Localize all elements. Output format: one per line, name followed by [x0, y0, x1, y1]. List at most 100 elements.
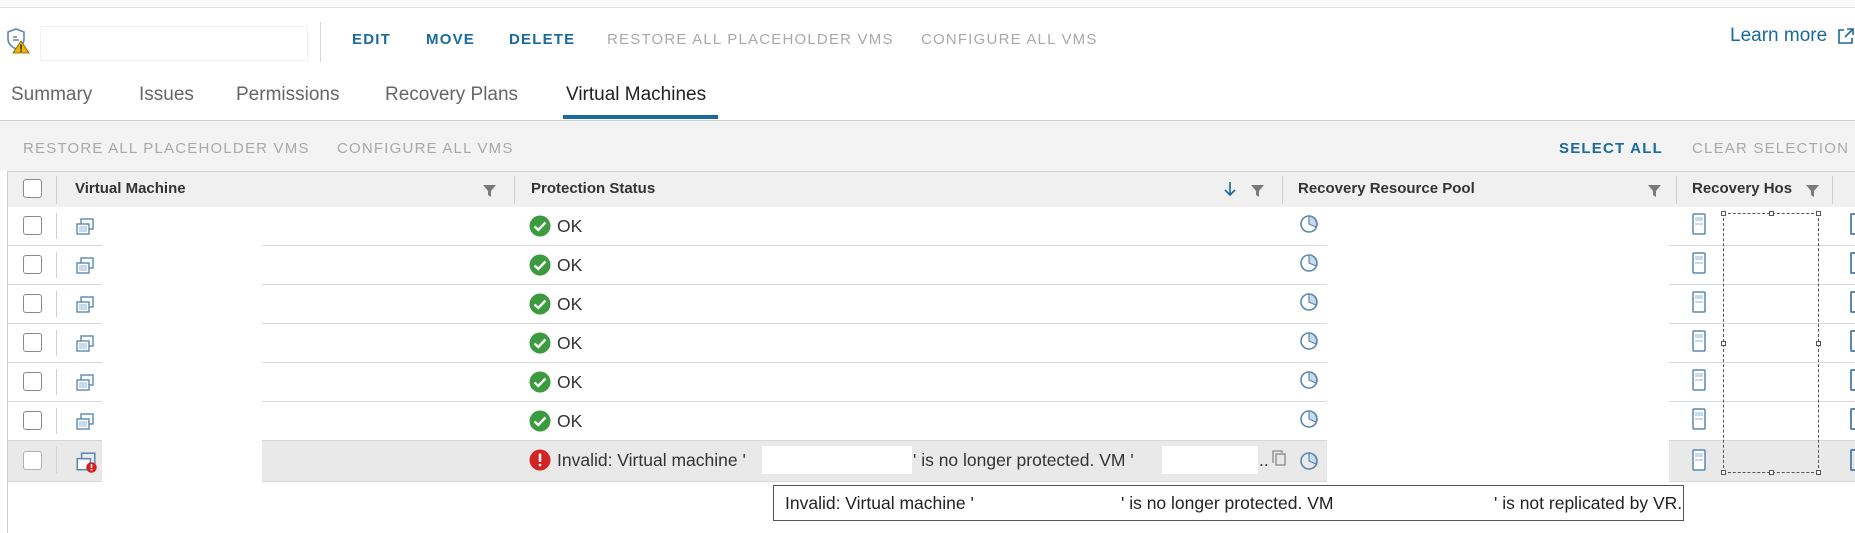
filter-icon[interactable]	[1806, 185, 1819, 197]
vm-datagrid: Virtual Machine Protection Status Recove…	[7, 171, 1855, 533]
tab-bar: Summary Issues Permissions Recovery Plan…	[0, 72, 1855, 121]
select-all-checkbox[interactable]	[23, 179, 42, 198]
row-checkbox[interactable]	[23, 255, 42, 274]
resource-pool-icon	[1300, 371, 1318, 389]
resize-handle[interactable]	[1769, 470, 1774, 475]
error-circle-icon	[529, 449, 551, 471]
filter-icon[interactable]	[1648, 185, 1661, 197]
checkbox-separator	[56, 447, 57, 473]
host-server-icon	[1692, 330, 1706, 352]
resize-handle[interactable]	[1816, 211, 1821, 216]
row-checkbox[interactable]	[23, 372, 42, 391]
tab-recovery-plans[interactable]: Recovery Plans	[385, 84, 518, 106]
checkbox-separator	[56, 369, 57, 395]
protection-status-text: OK	[557, 255, 583, 275]
selection-rectangle[interactable]	[1721, 211, 1821, 475]
column-separator[interactable]	[514, 176, 515, 204]
row-checkbox[interactable]	[23, 216, 42, 235]
select-all-button[interactable]: SELECT ALL	[1559, 140, 1663, 157]
protection-status-text: OK	[557, 411, 583, 431]
host-server-icon	[1692, 408, 1706, 430]
header-toolbar: EDIT MOVE DELETE RESTORE ALL PLACEHOLDER…	[0, 8, 1855, 72]
row-checkbox[interactable]	[23, 451, 42, 470]
learn-more-link[interactable]: Learn more	[1730, 25, 1827, 47]
column-header-protection-status[interactable]: Protection Status	[531, 180, 655, 197]
resource-pool-icon	[1300, 293, 1318, 311]
row-checkbox[interactable]	[23, 333, 42, 352]
protection-status-prefix: Invalid: Virtual machine '	[557, 450, 746, 470]
checkbox-separator	[56, 330, 57, 356]
window-top-border	[0, 0, 1855, 8]
filter-icon[interactable]	[483, 185, 496, 197]
check-circle-icon	[529, 215, 551, 237]
checkbox-separator	[56, 291, 57, 317]
vm-stack-icon	[76, 296, 94, 313]
checkbox-separator	[56, 408, 57, 434]
tab-permissions[interactable]: Permissions	[236, 84, 339, 106]
tooltip-text-part3: ' is not replicated by VR.	[1494, 493, 1683, 513]
resource-pool-icon	[1300, 452, 1318, 470]
tab-issues[interactable]: Issues	[139, 84, 194, 106]
host-server-icon	[1692, 291, 1706, 313]
resize-handle[interactable]	[1769, 211, 1774, 216]
vm-stack-icon	[76, 218, 94, 235]
host-server-icon	[1692, 213, 1706, 235]
status-tooltip: Invalid: Virtual machine ' ' is no longe…	[773, 485, 1684, 521]
move-button[interactable]: MOVE	[426, 31, 475, 48]
protection-status-middle: ' is no longer protected. VM '	[913, 450, 1134, 470]
vm-stack-icon	[76, 335, 94, 352]
check-circle-icon	[529, 332, 551, 354]
copy-icon[interactable]	[1272, 450, 1286, 466]
grid-restore-all-placeholder-vms-button[interactable]: RESTORE ALL PLACEHOLDER VMS	[23, 140, 310, 157]
column-cutoff-icon	[1850, 213, 1855, 235]
grid-action-bar: RESTORE ALL PLACEHOLDER VMS CONFIGURE AL…	[0, 121, 1855, 171]
clear-selection-button[interactable]: CLEAR SELECTION	[1692, 140, 1849, 157]
vm-stack-icon	[76, 257, 94, 274]
column-cutoff-icon	[1850, 252, 1855, 274]
resource-pool-icon	[1300, 410, 1318, 428]
sort-down-icon[interactable]	[1224, 181, 1236, 197]
edit-button[interactable]: EDIT	[352, 31, 391, 48]
column-separator[interactable]	[1282, 176, 1283, 204]
toolbar-divider	[320, 22, 321, 62]
datagrid-header: Virtual Machine Protection Status Recove…	[8, 171, 1855, 208]
grid-configure-all-vms-button[interactable]: CONFIGURE ALL VMS	[337, 140, 514, 157]
check-circle-icon	[529, 254, 551, 276]
column-separator[interactable]	[1676, 176, 1677, 204]
configure-all-vms-button[interactable]: CONFIGURE ALL VMS	[921, 31, 1098, 48]
restore-all-placeholder-vms-button[interactable]: RESTORE ALL PLACEHOLDER VMS	[607, 31, 894, 48]
tooltip-text-part2: ' is no longer protected. VM	[1121, 493, 1334, 513]
redacted-vm-name	[992, 490, 1120, 516]
vm-stack-icon	[76, 374, 94, 391]
redacted-vm-names	[102, 207, 262, 483]
checkbox-separator	[56, 252, 57, 278]
column-header-recovery-host[interactable]: Recovery Hos	[1692, 180, 1792, 197]
external-link-icon[interactable]	[1836, 26, 1855, 46]
row-checkbox[interactable]	[23, 294, 42, 313]
resource-pool-icon	[1300, 254, 1318, 272]
column-separator[interactable]	[1832, 176, 1833, 204]
filter-icon[interactable]	[1251, 185, 1264, 197]
redacted-resource-pools	[1327, 207, 1669, 483]
redacted-vm-name	[1344, 490, 1494, 516]
vm-stack-icon	[76, 413, 94, 430]
row-checkbox[interactable]	[23, 411, 42, 430]
resize-handle[interactable]	[1721, 211, 1726, 216]
resize-handle[interactable]	[1721, 470, 1726, 475]
resize-handle[interactable]	[1721, 341, 1726, 346]
protection-status-text: OK	[557, 294, 583, 314]
redacted-vm-name	[762, 446, 912, 474]
tab-summary[interactable]: Summary	[11, 84, 92, 106]
column-header-virtual-machine[interactable]: Virtual Machine	[75, 180, 186, 197]
tab-virtual-machines[interactable]: Virtual Machines	[566, 84, 706, 106]
delete-button[interactable]: DELETE	[509, 31, 575, 48]
resize-handle[interactable]	[1816, 341, 1821, 346]
column-header-recovery-resource-pool[interactable]: Recovery Resource Pool	[1298, 180, 1475, 197]
protection-status-text: OK	[557, 216, 583, 236]
protection-status-text: OK	[557, 372, 583, 392]
protection-group-name-field	[40, 26, 308, 61]
resize-handle[interactable]	[1816, 470, 1821, 475]
shield-warning-icon	[7, 28, 30, 54]
host-server-icon	[1692, 449, 1706, 471]
column-separator	[56, 176, 57, 204]
